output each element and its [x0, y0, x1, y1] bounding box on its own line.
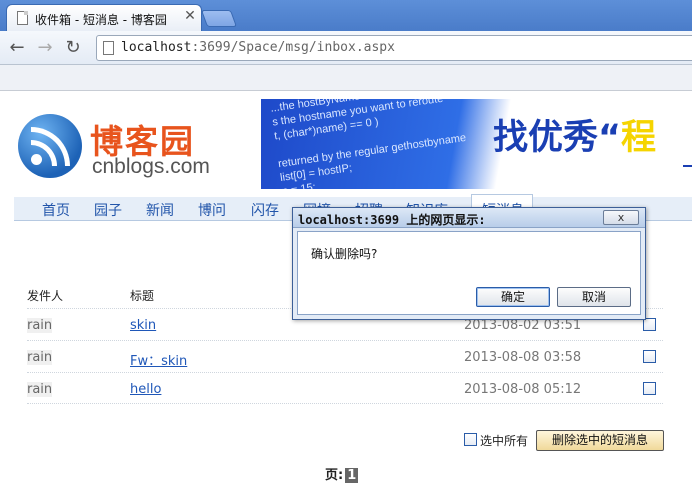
banner-slogan-highlight: 程 [621, 118, 657, 158]
select-all-checkbox[interactable] [464, 433, 477, 446]
nav-item-garden[interactable]: 园子 [94, 200, 122, 220]
row-checkbox[interactable] [643, 350, 656, 363]
banner-dash [683, 165, 692, 167]
cnblogs-logo[interactable]: 博客园 cnblogs.com [18, 111, 254, 181]
dialog-title: localhost:3699 上的网页显示: [298, 213, 486, 227]
banner-slogan-main: 找优秀“ [493, 118, 622, 158]
row-title-link[interactable]: skin [130, 318, 156, 333]
rss-icon [18, 114, 82, 178]
nav-item-news[interactable]: 新闻 [146, 200, 174, 220]
url-host: localhost [121, 40, 192, 55]
reload-icon[interactable]: ↻ [62, 37, 84, 59]
row-date: 2013-08-02 03:51 [464, 318, 582, 333]
address-bar[interactable]: localhost:3699/Space/msg/inbox.aspx [96, 35, 692, 61]
address-url[interactable]: localhost:3699/Space/msg/inbox.aspx [121, 40, 395, 55]
new-tab-button[interactable] [200, 10, 238, 27]
logo-text-en: cnblogs.com [92, 155, 210, 178]
browser-toolbar: ← → ↻ localhost:3699/Space/msg/inbox.asp… [0, 31, 692, 65]
cancel-button[interactable]: 取消 [557, 287, 631, 307]
table-row: rain Fw：skin 2013-08-08 03:58 [27, 340, 663, 372]
bulk-actions: 选中所有 删除选中的短消息 [463, 430, 667, 452]
header-sender: 发件人 [27, 289, 64, 303]
banner-slogan: 找优秀“程 [493, 109, 656, 160]
browser-tabstrip: 收件箱 - 短消息 - 博客园 ✕ [0, 0, 692, 31]
row-checkbox[interactable] [643, 382, 656, 395]
nav-item-questions[interactable]: 博问 [198, 200, 226, 220]
dialog-close-icon[interactable]: x [603, 210, 639, 225]
row-sender: rain [27, 382, 53, 397]
dialog-titlebar[interactable]: localhost:3699 上的网页显示: x [293, 208, 645, 228]
table-row: rain hello 2013-08-08 05:12 [27, 372, 663, 404]
tab-title: 收件箱 - 短消息 - 博客园 [35, 13, 167, 27]
delete-selected-button[interactable]: 删除选中的短消息 [536, 430, 664, 451]
bookmark-bar [0, 65, 692, 91]
nav-item-home[interactable]: 首页 [42, 200, 70, 220]
page-icon [103, 41, 114, 55]
header-title: 标题 [130, 289, 155, 303]
forward-arrow-icon[interactable]: → [34, 37, 56, 59]
tab-close-icon[interactable]: ✕ [183, 9, 197, 23]
row-title-link[interactable]: Fw：skin [130, 350, 187, 369]
page-number-current[interactable]: 1 [345, 468, 359, 483]
ok-button[interactable]: 确定 [476, 287, 550, 307]
row-date: 2013-08-08 03:58 [464, 350, 582, 365]
banner-code-art: ...the hostByNameFunction(name); s the h… [270, 99, 467, 189]
select-all-label[interactable]: 选中所有 [480, 432, 528, 449]
pager-label: 页: [325, 468, 344, 483]
row-sender: rain [27, 318, 53, 333]
pager: 页: 1 [325, 464, 359, 483]
row-date: 2013-08-08 05:12 [464, 382, 582, 397]
page-icon [17, 11, 28, 25]
dialog-body: 确认删除吗? 确定 取消 [297, 231, 641, 315]
row-sender: rain [27, 350, 53, 365]
browser-tab[interactable]: 收件箱 - 短消息 - 博客园 ✕ [6, 4, 202, 31]
dialog-message: 确认删除吗? [311, 247, 378, 261]
ad-banner[interactable]: ...the hostByNameFunction(name); s the h… [261, 99, 692, 189]
back-arrow-icon[interactable]: ← [6, 37, 28, 59]
row-title-link[interactable]: hello [130, 382, 161, 397]
confirm-dialog: localhost:3699 上的网页显示: x 确认删除吗? 确定 取消 [292, 207, 646, 320]
nav-item-ing[interactable]: 闪存 [251, 200, 279, 220]
url-path: :3699/Space/msg/inbox.aspx [191, 40, 395, 55]
